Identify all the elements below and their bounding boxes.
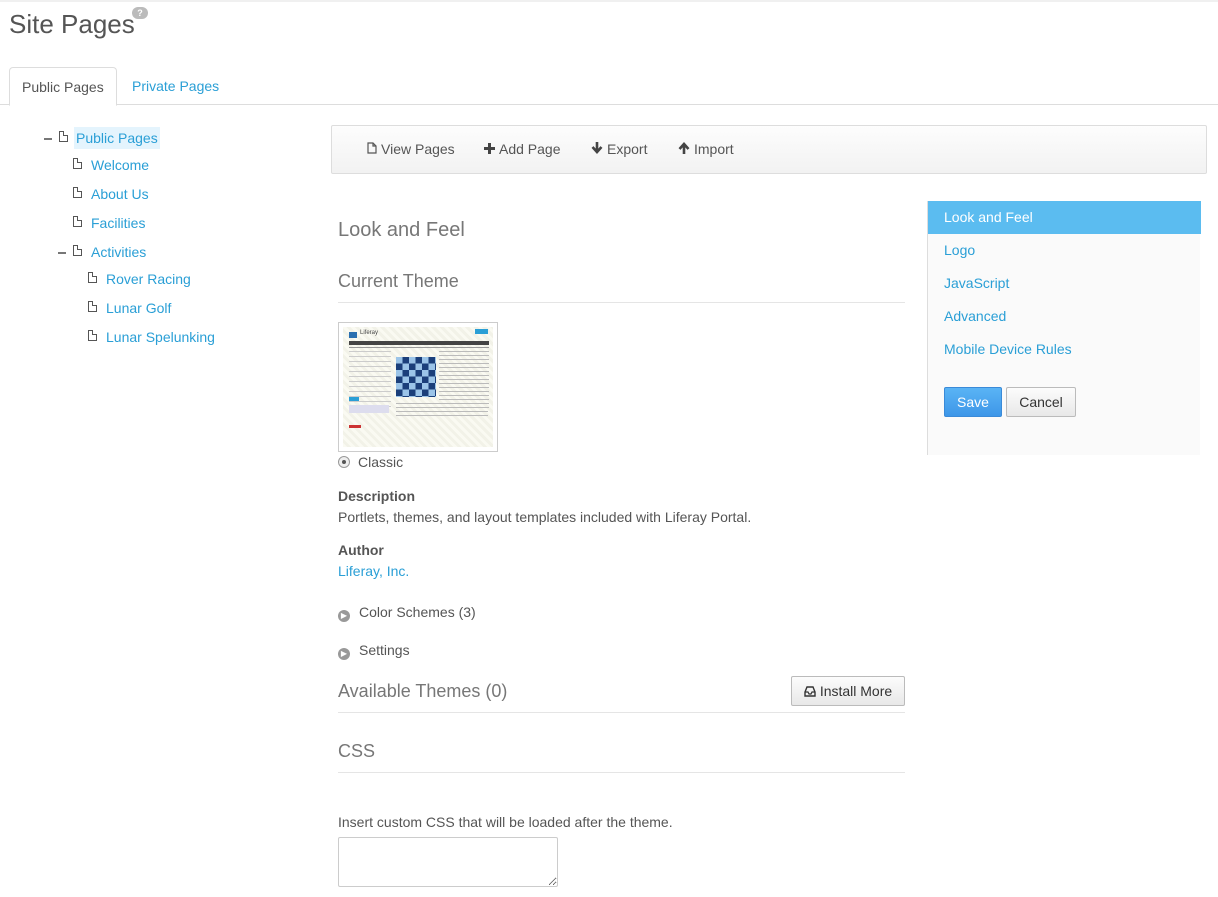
thumb-line (349, 347, 489, 348)
page-title: Site Pages (9, 9, 135, 39)
nav-look-and-feel[interactable]: Look and Feel (928, 201, 1201, 234)
tree-label-lunar-spelunking[interactable]: Lunar Spelunking (106, 326, 215, 348)
plus-icon (484, 142, 495, 157)
nav-mobile-device-rules[interactable]: Mobile Device Rules (928, 333, 1201, 366)
thumb-mosaic (396, 357, 436, 397)
css-help-text: Insert custom CSS that will be loaded af… (338, 814, 673, 830)
author-link[interactable]: Liferay, Inc. (338, 563, 409, 579)
thumb-btn (349, 397, 359, 401)
color-schemes-label: Color Schemes (3) (359, 604, 476, 620)
arrow-down-icon (591, 142, 603, 157)
add-page-label: Add Page (499, 141, 561, 157)
tab-bar: Public Pages Private Pages (0, 67, 1218, 106)
page-icon (88, 301, 97, 312)
tree-label-lunar-golf[interactable]: Lunar Golf (106, 297, 171, 319)
nav-javascript[interactable]: JavaScript (928, 267, 1201, 300)
chevron-right-icon: ▶ (338, 610, 350, 622)
help-icon[interactable]: ? (132, 7, 148, 19)
page-icon (59, 131, 68, 142)
nav-advanced[interactable]: Advanced (928, 300, 1201, 333)
install-more-label: Install More (819, 683, 893, 699)
description-text: Portlets, themes, and layout templates i… (338, 509, 752, 525)
thumb-text-block (439, 351, 489, 411)
page-icon (73, 216, 82, 227)
page-icon (88, 272, 97, 283)
pages-toolbar: View Pages Add Page Export Import (331, 125, 1207, 174)
top-border (0, 0, 1218, 2)
theme-thumbnail[interactable]: Liferay (338, 322, 498, 452)
color-schemes-toggle[interactable]: ▶ Color Schemes (3) (338, 604, 476, 622)
file-icon (367, 142, 377, 157)
thumb-logo-text: Liferay (360, 330, 379, 336)
theme-name: Classic (358, 454, 404, 470)
tree-label-about-us[interactable]: About Us (91, 183, 149, 205)
inbox-icon (804, 678, 816, 706)
page-icon (73, 158, 82, 169)
description-label: Description (338, 488, 416, 504)
save-button[interactable]: Save (944, 387, 1002, 417)
page-icon (73, 187, 82, 198)
tab-public-pages[interactable]: Public Pages (9, 67, 117, 106)
form-navigator: Look and Feel Logo JavaScript Advanced M… (927, 201, 1201, 455)
nav-logo[interactable]: Logo (928, 234, 1201, 267)
css-textarea[interactable] (338, 837, 558, 887)
thumb-text-block-2 (396, 403, 488, 419)
tab-private-pages[interactable]: Private Pages (120, 67, 231, 105)
author-label: Author (338, 542, 384, 558)
export-label: Export (607, 141, 648, 157)
collapse-icon[interactable] (44, 138, 52, 140)
view-pages-label: View Pages (381, 141, 455, 157)
tree-label-public-pages[interactable]: Public Pages (74, 127, 160, 149)
import-button[interactable]: Import (678, 141, 734, 157)
css-heading: CSS (338, 741, 905, 773)
tree-label-facilities[interactable]: Facilities (91, 212, 145, 234)
thumb-red (349, 425, 361, 428)
page-icon (88, 330, 97, 341)
current-theme-heading: Current Theme (338, 271, 905, 303)
add-page-button[interactable]: Add Page (484, 141, 561, 157)
tree-label-welcome[interactable]: Welcome (91, 154, 149, 176)
settings-label: Settings (359, 642, 410, 658)
view-pages-button[interactable]: View Pages (367, 141, 455, 157)
export-button[interactable]: Export (591, 141, 647, 157)
install-more-button[interactable]: Install More (791, 676, 905, 706)
arrow-up-icon (678, 142, 690, 157)
look-and-feel-heading: Look and Feel (338, 219, 465, 241)
collapse-icon[interactable] (58, 252, 66, 254)
page-icon (73, 245, 82, 256)
tree-label-rover-racing[interactable]: Rover Racing (106, 268, 191, 290)
settings-toggle[interactable]: ▶ Settings (338, 642, 410, 660)
import-label: Import (694, 141, 734, 157)
thumb-left-col (349, 351, 391, 411)
thumb-box (349, 405, 389, 413)
thumb-navbar (349, 341, 489, 345)
theme-radio[interactable] (338, 456, 350, 468)
chevron-right-icon: ▶ (338, 648, 350, 660)
cancel-button[interactable]: Cancel (1006, 387, 1076, 417)
tree-label-activities[interactable]: Activities (91, 241, 146, 263)
thumb-signin (475, 329, 488, 334)
liferay-logo-icon (349, 332, 357, 338)
